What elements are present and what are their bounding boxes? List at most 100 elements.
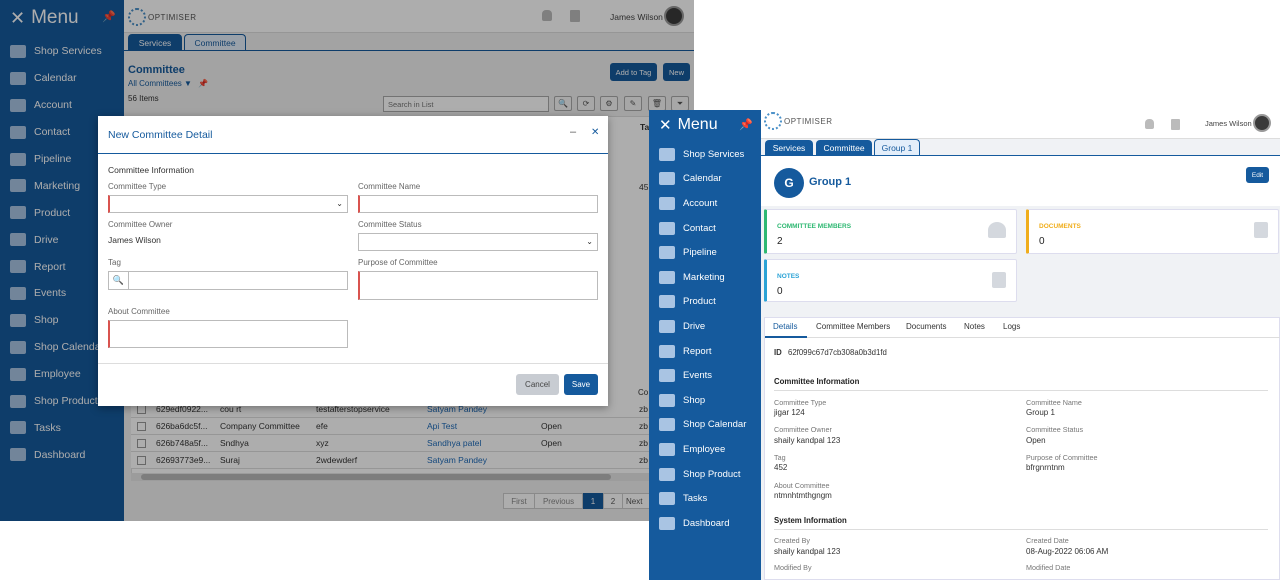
committee-status-label: Committee Status [358, 220, 422, 229]
purpose-label: Purpose of Committee [1026, 453, 1098, 462]
shop-product-icon [659, 467, 675, 481]
purpose-value: bfrgnrntnm [1026, 463, 1065, 472]
created-by-label: Created By [774, 536, 810, 545]
id-value: 62f099c67d7cb308a0b3d1fd [787, 348, 887, 357]
menu-header: ✕ Menu 📌 [649, 110, 761, 140]
sidebar-item-calendar[interactable]: Calendar [649, 167, 761, 192]
sidebar-item-dashboard[interactable]: Dashboard [649, 511, 761, 536]
sidebar-item-pipeline[interactable]: Pipeline [649, 240, 761, 265]
committee-owner-value[interactable]: James Wilson [108, 235, 161, 245]
marketing-icon [659, 270, 675, 284]
sidebar-item-label: Shop Services [683, 148, 745, 160]
sidebar-item-label: Contact [683, 222, 716, 234]
sidebar-item-contact[interactable]: Contact [649, 216, 761, 241]
modal-footer-divider [98, 363, 608, 364]
search-icon[interactable]: 🔍 [109, 272, 129, 289]
tab-committee[interactable]: Committee [816, 140, 872, 155]
optimiser-logo[interactable]: OPTIMISER [764, 112, 833, 130]
tab-services[interactable]: Services [765, 140, 813, 155]
sidebar-item-marketing[interactable]: Marketing [649, 265, 761, 290]
committee-status-value: Open [1026, 436, 1046, 445]
tag-input[interactable]: 🔍 [108, 271, 348, 290]
created-date-value: 08-Aug-2022 06:06 AM [1026, 547, 1109, 556]
tag-label: Tag [108, 258, 121, 267]
pin-icon[interactable]: 📌 [739, 118, 753, 131]
shop-services-icon [659, 147, 675, 161]
sidebar: ✕ Menu 📌 Shop Services Calendar Account Con… [649, 110, 761, 580]
committee-type-select[interactable]: ⌄ [108, 195, 348, 213]
sidebar-item-account[interactable]: Account [649, 191, 761, 216]
sidebar-item-label: Shop Calendar [683, 419, 747, 431]
sidebar-item-label: Calendar [683, 173, 722, 185]
details-tab-underline [765, 336, 807, 338]
sidebar-item-product[interactable]: Product [649, 290, 761, 315]
modified-by-label: Modified By [774, 563, 812, 572]
sidebar-item-employee[interactable]: Employee [649, 437, 761, 462]
notes-card[interactable]: NOTES 0 [764, 259, 1017, 302]
user-name[interactable]: James Wilson [1205, 119, 1252, 128]
tag-link[interactable]: 452 [774, 463, 787, 472]
chevron-down-icon: ⌄ [586, 237, 593, 246]
tab-label: Services [772, 142, 806, 153]
tab-group-1[interactable]: Group 1 [874, 139, 920, 155]
committee-type-value: jigar 124 [774, 408, 805, 417]
detail-tab-details[interactable]: Details [773, 322, 797, 331]
detail-tab-logs[interactable]: Logs [1003, 322, 1020, 331]
chevron-down-icon: ⌄ [336, 199, 343, 208]
about-label: About Committee [774, 481, 830, 490]
edit-button[interactable]: Edit [1246, 167, 1269, 183]
documents-count: 0 [1039, 236, 1045, 247]
bell-icon[interactable] [1145, 119, 1154, 129]
about-textarea[interactable] [108, 320, 348, 348]
menu-title: Menu [677, 116, 718, 133]
sidebar-item-shop-calendar[interactable]: Shop Calendar [649, 413, 761, 438]
committee-name-input[interactable] [358, 195, 598, 213]
committee-name-value: Group 1 [1026, 408, 1055, 417]
sidebar-item-shop[interactable]: Shop [649, 388, 761, 413]
modified-date-label: Modified Date [1026, 563, 1071, 572]
committee-status-label: Committee Status [1026, 425, 1084, 434]
id-label: ID [774, 348, 782, 357]
modal-title: New Committee Detail [108, 129, 213, 141]
notes-label: NOTES [777, 273, 800, 280]
divider [774, 529, 1268, 530]
notes-count: 0 [777, 286, 783, 297]
sidebar-item-label: Report [683, 345, 712, 357]
record-avatar: G [774, 168, 804, 198]
committee-status-select[interactable]: ⌄ [358, 233, 598, 251]
sidebar-item-label: Tasks [683, 493, 708, 505]
documents-card[interactable]: DOCUMENTS 0 [1026, 209, 1279, 254]
detail-tab-notes[interactable]: Notes [964, 322, 985, 331]
save-button[interactable]: Save [564, 374, 598, 395]
drive-icon [659, 319, 675, 333]
about-label: About Committee [108, 307, 170, 316]
sidebar-item-shop-services[interactable]: Shop Services [649, 142, 761, 167]
pipeline-icon [659, 246, 675, 260]
committee-members-card[interactable]: COMMITTEE MEMBERS 2 [764, 209, 1017, 254]
sidebar-item-report[interactable]: Report [649, 339, 761, 364]
user-avatar[interactable] [1253, 114, 1271, 132]
sidebar-item-shop-product[interactable]: Shop Product [649, 462, 761, 487]
committee-info-heading: Committee Information [774, 377, 860, 386]
clipboard-icon[interactable] [1171, 119, 1180, 130]
detail-tab-committee-members[interactable]: Committee Members [816, 322, 890, 331]
purpose-textarea[interactable] [358, 271, 598, 300]
sidebar-item-drive[interactable]: Drive [649, 314, 761, 339]
close-icon[interactable]: ✕ [591, 127, 599, 138]
committee-list-window: ✕ Menu 📌 Shop Services Calendar Account Con… [0, 0, 694, 521]
detail-tab-documents[interactable]: Documents [906, 322, 946, 331]
created-by-link[interactable]: shaily kandpal 123 [774, 547, 840, 556]
sidebar-item-label: Pipeline [683, 247, 717, 259]
sidebar-item-events[interactable]: Events [649, 363, 761, 388]
committee-owner-label: Committee Owner [108, 220, 173, 229]
menu-x-icon[interactable]: ✕ [659, 116, 672, 134]
record-title: Group 1 [809, 176, 852, 188]
sidebar-item-tasks[interactable]: Tasks [649, 486, 761, 511]
minimize-icon[interactable]: – [570, 126, 576, 138]
tasks-icon [659, 492, 675, 506]
add-user-icon[interactable] [988, 222, 1006, 238]
cancel-button[interactable]: Cancel [516, 374, 559, 395]
committee-owner-link[interactable]: shaily kandpal 123 [774, 436, 840, 445]
documents-label: DOCUMENTS [1039, 223, 1081, 230]
sidebar-item-label: Employee [683, 443, 726, 455]
